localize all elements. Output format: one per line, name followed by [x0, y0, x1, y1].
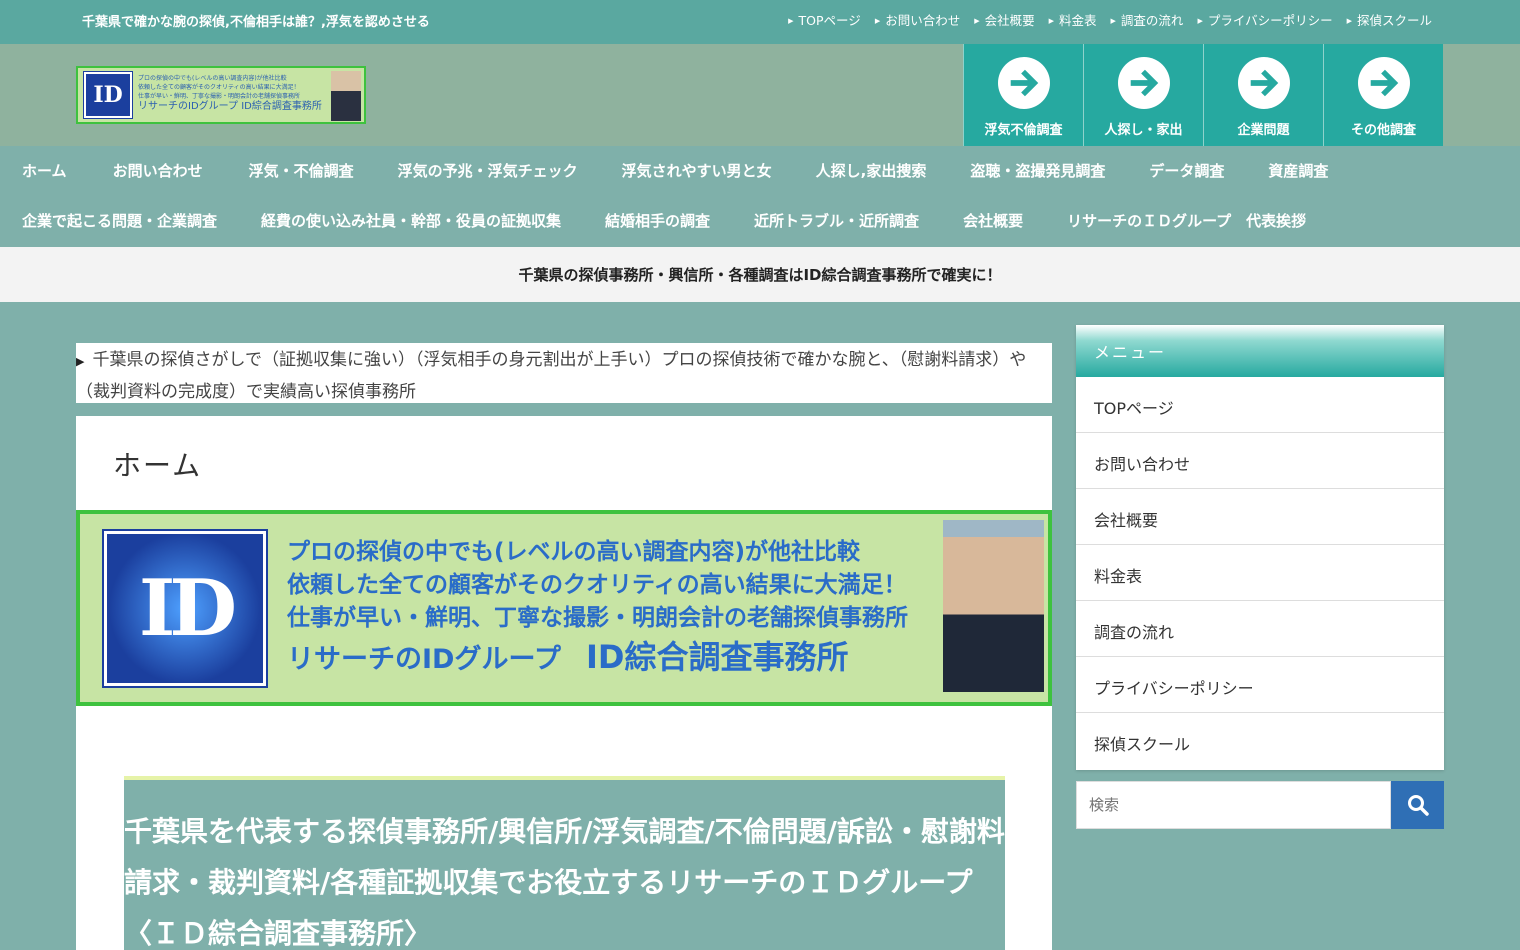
section-heading: 千葉県を代表する探偵事務所/興信所/浮気調査/不倫問題/訴訟・慰謝料請求・裁判資… — [124, 776, 1005, 950]
banner-id-mark: ID — [102, 529, 268, 688]
main-nav: ホーム お問い合わせ 浮気・不倫調査 浮気の予兆・浮気チェック 浮気されやすい男… — [0, 146, 1520, 247]
top-link-flow[interactable]: 調査の流れ — [1111, 10, 1184, 29]
site-logo[interactable]: ID プロの探偵の中でも(レベルの高い調査内容)が他社比較 依頼した全ての顧客が… — [76, 66, 366, 124]
triangle-right-icon: ▶ — [76, 355, 85, 368]
notice-bar: 千葉県の探偵事務所・興信所・各種調査はID綜合調査事務所で確実に！ — [0, 247, 1520, 302]
main-nav-row: ホーム お問い合わせ 浮気・不倫調査 浮気の予兆・浮気チェック 浮気されやすい男… — [22, 160, 1328, 181]
nav-item-marriage-check[interactable]: 結婚相手の調査 — [605, 210, 710, 231]
arrow-right-icon — [997, 57, 1050, 109]
header-button-corporate[interactable]: 企業問題 — [1203, 44, 1323, 146]
banner-line: 依頼した全ての顧客がそのクオリティの高い結果に大満足！ — [287, 572, 907, 598]
banner-text: プロの探偵の中でも(レベルの高い調査内容)が他社比較 依頼した全ての顧客がそのク… — [287, 536, 908, 682]
sidebar-item-pricing[interactable]: 料金表 — [1076, 545, 1444, 601]
top-link-pricing[interactable]: 料金表 — [1049, 10, 1097, 29]
arrow-right-icon — [1237, 57, 1290, 109]
banner-company-name: ID綜合調査事務所 — [585, 638, 849, 676]
nav-item-corporate[interactable]: 企業で起こる問題・企業調査 — [22, 210, 217, 231]
banner-portrait — [943, 520, 1044, 692]
sidebar-item-top[interactable]: TOPページ — [1076, 377, 1444, 433]
header-button-label: 人探し・家出 — [1104, 123, 1183, 138]
search-input[interactable] — [1076, 781, 1391, 829]
site-tagline: 千葉県で確かな腕の探偵,不倫相手は誰？,浮気を認めさせる — [82, 15, 430, 30]
logo-line: 仕事が早い・鮮明、丁寧な撮影・明朗会計の老舗探偵事務所 — [138, 93, 301, 100]
header-button-affair[interactable]: 浮気不倫調査 — [963, 44, 1083, 146]
top-link-privacy[interactable]: プライバシーポリシー — [1197, 10, 1333, 29]
logo-portrait — [331, 71, 361, 121]
sidebar-title: メニュー — [1076, 325, 1444, 377]
main-content: ホーム ID プロの探偵の中でも(レベルの高い調査内容)が他社比較 依頼した全て… — [76, 416, 1052, 950]
nav-item-data-research[interactable]: データ調査 — [1149, 160, 1224, 181]
header-button-label: 浮気不倫調査 — [984, 123, 1063, 138]
company-banner: ID プロの探偵の中でも(レベルの高い調査内容)が他社比較 依頼した全ての顧客が… — [76, 510, 1052, 706]
arrow-right-icon — [1357, 57, 1410, 109]
nav-item-neighbor[interactable]: 近所トラブル・近所調査 — [754, 210, 919, 231]
top-nav: TOPページ お問い合わせ 会社概要 料金表 調査の流れ プライバシーポリシー … — [788, 10, 1432, 29]
logo-id-mark: ID — [83, 71, 133, 119]
sidebar-item-school[interactable]: 探偵スクール — [1076, 713, 1444, 769]
logo-line: 依頼した全ての顧客がそのクオリティの高い結果に大満足！ — [138, 84, 300, 91]
nav-item-person-search[interactable]: 人探し,家出捜索 — [816, 160, 927, 181]
top-link-school[interactable]: 探偵スクール — [1347, 10, 1432, 29]
top-link-contact[interactable]: お問い合わせ — [875, 10, 960, 29]
search-form — [1076, 781, 1444, 829]
header-button-label: その他調査 — [1350, 123, 1416, 138]
banner-line: 仕事が早い・鮮明、丁寧な撮影・明朗会計の老舗探偵事務所 — [287, 605, 908, 631]
nav-item-contact[interactable]: お問い合わせ — [113, 160, 203, 181]
sidebar-item-flow[interactable]: 調査の流れ — [1076, 601, 1444, 657]
header-button-person-search[interactable]: 人探し・家出 — [1083, 44, 1203, 146]
logo-text: プロの探偵の中でも(レベルの高い調査内容)が他社比較 依頼した全ての顧客がそのク… — [138, 74, 330, 116]
nav-item-affair[interactable]: 浮気・不倫調査 — [249, 160, 354, 181]
main-nav-row: 企業で起こる問題・企業調査 経費の使い込み社員・幹部・役員の証拠収集 結婚相手の… — [22, 210, 1306, 231]
header-button-label: 企業問題 — [1237, 123, 1290, 138]
site-header: ID プロの探偵の中でも(レベルの高い調査内容)が他社比較 依頼した全ての顧客が… — [0, 44, 1520, 146]
top-link-company[interactable]: 会社概要 — [974, 10, 1035, 29]
logo-line: プロの探偵の中でも(レベルの高い調査内容)が他社比較 — [138, 75, 287, 82]
header-category-buttons: 浮気不倫調査 人探し・家出 企業問題 その他調査 — [963, 44, 1443, 146]
top-link-top[interactable]: TOPページ — [788, 10, 861, 29]
nav-item-cheating-types[interactable]: 浮気されやすい男と女 — [622, 160, 772, 181]
search-icon — [1407, 795, 1429, 816]
sidebar-item-contact[interactable]: お問い合わせ — [1076, 433, 1444, 489]
banner-company-line: リサーチのIDグループ ID綜合調査事務所 — [287, 635, 908, 682]
sidebar-menu: メニュー TOPページ お問い合わせ 会社概要 料金表 調査の流れ プライバシー… — [1076, 325, 1444, 770]
banner-line: プロの探偵の中でも(レベルの高い調査内容)が他社比較 — [287, 539, 861, 565]
banner-group-name: リサーチのIDグループ — [287, 644, 561, 675]
breadcrumb: ▶ 千葉県の探偵さがしで（証拠収集に強い）（浮気相手の身元割出が上手い）プロの探偵… — [76, 343, 1052, 403]
nav-item-affair-check[interactable]: 浮気の予兆・浮気チェック — [398, 160, 578, 181]
search-button[interactable] — [1391, 781, 1444, 829]
sidebar-item-company[interactable]: 会社概要 — [1076, 489, 1444, 545]
page-title: ホーム — [113, 449, 203, 482]
header-button-other[interactable]: その他調査 — [1323, 44, 1443, 146]
top-bar: 千葉県で確かな腕の探偵,不倫相手は誰？,浮気を認めさせる TOPページ お問い合… — [0, 0, 1520, 44]
breadcrumb-text: 千葉県の探偵さがしで（証拠収集に強い）（浮気相手の身元割出が上手い）プロの探偵技… — [76, 350, 1027, 402]
nav-item-greeting[interactable]: リサーチのＩＤグループ 代表挨拶 — [1067, 210, 1306, 231]
nav-item-home[interactable]: ホーム — [22, 160, 67, 181]
nav-item-asset-research[interactable]: 資産調査 — [1268, 160, 1328, 181]
nav-item-embezzlement[interactable]: 経費の使い込み社員・幹部・役員の証拠収集 — [261, 210, 561, 231]
arrow-right-icon — [1117, 57, 1170, 109]
nav-item-bug-detection[interactable]: 盗聴・盗撮発見調査 — [970, 160, 1105, 181]
nav-item-company[interactable]: 会社概要 — [963, 210, 1023, 231]
sidebar-item-privacy[interactable]: プライバシーポリシー — [1076, 657, 1444, 713]
logo-company-name: リサーチのIDグループ ID綜合調査事務所 — [138, 101, 322, 112]
